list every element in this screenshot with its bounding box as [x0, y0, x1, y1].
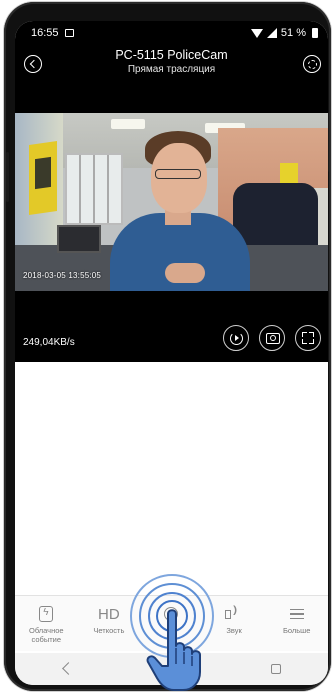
cloud-event-icon-wrap [15, 602, 78, 626]
bitrate-readout: 249,04KB/s [23, 337, 75, 348]
menu-icon-wrap [265, 602, 328, 626]
fullscreen-corner [302, 332, 307, 337]
cloud-event-icon [39, 606, 54, 622]
video-monitor [57, 225, 101, 253]
record-icon [164, 607, 179, 621]
nav-home-icon[interactable] [165, 664, 176, 674]
video-window-bar [79, 155, 81, 223]
fullscreen-corner [302, 339, 307, 344]
menu-icon [289, 609, 304, 619]
video-timestamp: 2018-03-05 13:55:05 [23, 271, 102, 280]
phone-screen: 16:55 51 % PC-5115 PoliceCam Прямая трас… [15, 21, 328, 685]
title-bar: PC-5115 PoliceCam Прямая трасляция [15, 47, 328, 87]
fullscreen-corner [309, 339, 314, 344]
sound-icon [225, 605, 243, 621]
wifi-icon [250, 28, 263, 38]
sound-label: Звук [226, 626, 242, 635]
image-notification-icon [64, 29, 74, 37]
back-icon[interactable] [24, 55, 42, 73]
hd-icon: HD [98, 605, 120, 623]
cloud-event-label: Облачное событие [29, 626, 64, 644]
video-person-hands [165, 263, 205, 283]
video-window-bar [93, 155, 95, 223]
record-icon-wrap [140, 602, 203, 626]
live-view-panel: 16:55 51 % PC-5115 PoliceCam Прямая трас… [15, 21, 328, 362]
record-button[interactable] [140, 596, 203, 651]
page-title: PC-5115 PoliceCam [115, 48, 228, 62]
video-stream[interactable]: 2018-03-05 13:55:05 [15, 113, 328, 291]
hd-icon-wrap: HD [78, 602, 141, 626]
status-right: 51 % [250, 27, 318, 39]
video-poster-figure [35, 156, 51, 190]
quality-label: Четкость [93, 626, 125, 635]
signal-icon [266, 28, 277, 38]
video-person-glasses [155, 169, 201, 179]
video-ceiling-light [111, 119, 145, 129]
quality-button[interactable]: HD Четкость [78, 596, 141, 651]
sound-button[interactable]: Звук [203, 596, 266, 651]
phone-frame: 16:55 51 % PC-5115 PoliceCam Прямая трас… [4, 2, 331, 691]
nav-recent-icon[interactable] [270, 664, 281, 674]
more-button[interactable]: Больше [265, 596, 328, 651]
battery-percent: 51 % [280, 27, 306, 39]
video-window [65, 153, 123, 225]
status-time: 16:55 [31, 27, 59, 39]
battery-icon [312, 28, 318, 38]
video-window-bar [107, 155, 109, 223]
system-nav-bar [15, 653, 328, 685]
settings-icon[interactable] [303, 55, 321, 73]
more-label: Больше [282, 626, 311, 635]
snapshot-icon[interactable] [259, 325, 285, 351]
page-subtitle: Прямая трасляция [127, 64, 216, 75]
sound-icon-wrap [203, 602, 266, 626]
cloud-event-button[interactable]: Облачное событие [15, 596, 78, 651]
status-bar: 16:55 51 % [15, 21, 328, 45]
volume-button [6, 152, 9, 202]
fullscreen-corner [309, 332, 314, 337]
replay-icon[interactable] [223, 325, 249, 351]
fullscreen-icon[interactable] [295, 325, 321, 351]
bottom-toolbar: Облачное событие HD Четкость Звук [15, 595, 328, 651]
nav-back-icon[interactable] [63, 664, 71, 674]
